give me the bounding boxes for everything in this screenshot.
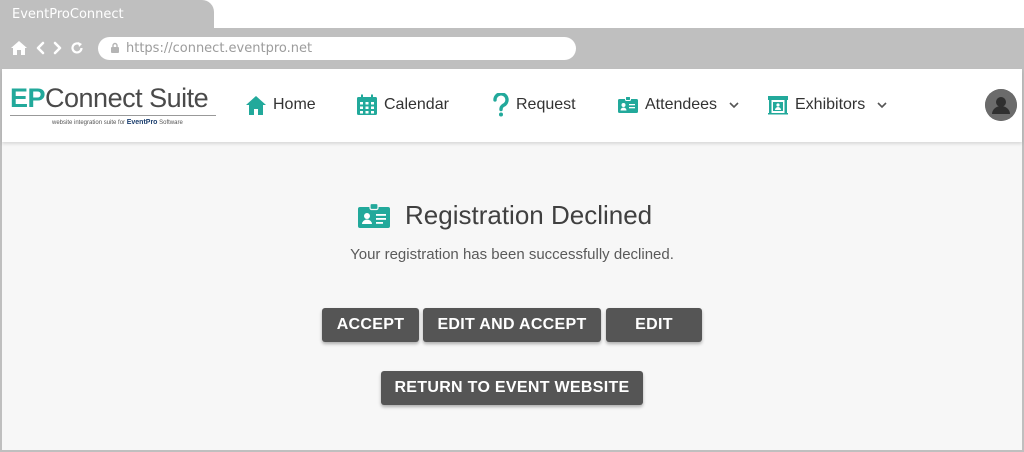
app-header: EPConnect Suite website integration suit… bbox=[2, 69, 1022, 142]
edit-and-accept-button[interactable]: EDIT AND ACCEPT bbox=[423, 308, 601, 342]
calendar-icon bbox=[357, 94, 377, 115]
return-to-event-website-button[interactable]: RETURN TO EVENT WEBSITE bbox=[381, 371, 643, 405]
nav-home-label: Home bbox=[273, 96, 316, 113]
id-badge-icon bbox=[618, 96, 638, 113]
nav-calendar[interactable]: Calendar bbox=[356, 93, 449, 117]
chevron-down-icon bbox=[729, 101, 739, 108]
logo-tagline: website integration suite for EventPro S… bbox=[52, 119, 183, 126]
tab-strip: EventProConnect bbox=[0, 0, 1024, 30]
tab-title: EventProConnect bbox=[12, 7, 124, 22]
url-text: https://connect.eventpro.net bbox=[126, 41, 313, 56]
browser-nav-buttons bbox=[10, 40, 84, 56]
id-badge-icon bbox=[358, 202, 390, 228]
chevron-down-icon bbox=[877, 101, 887, 108]
reload-icon[interactable] bbox=[70, 41, 84, 55]
nav-calendar-label: Calendar bbox=[384, 96, 449, 113]
home-icon bbox=[246, 95, 266, 115]
back-icon[interactable] bbox=[34, 41, 46, 55]
user-icon bbox=[985, 89, 1017, 121]
page-title: Registration Declined bbox=[405, 200, 653, 230]
main-content: Registration Declined Your registration … bbox=[2, 142, 1022, 450]
lock-icon bbox=[111, 42, 119, 53]
logo-rule bbox=[10, 115, 216, 116]
nav-attendees-label: Attendees bbox=[645, 96, 718, 113]
status-message: Your registration has been successfully … bbox=[350, 246, 674, 263]
nav-exhibitors-label: Exhibitors bbox=[795, 96, 866, 113]
logo-wordmark: EPConnect Suite bbox=[10, 83, 209, 113]
nav-exhibitors[interactable]: Exhibitors bbox=[767, 93, 887, 117]
browser-chrome: EventProConnect https://connect.eventpro… bbox=[0, 0, 1024, 69]
forward-icon[interactable] bbox=[52, 41, 64, 55]
nav-attendees[interactable]: Attendees bbox=[617, 93, 739, 117]
booth-icon bbox=[768, 96, 788, 115]
browser-tab[interactable]: EventProConnect bbox=[0, 0, 214, 30]
home-browser-icon[interactable] bbox=[10, 40, 28, 56]
question-icon bbox=[493, 93, 509, 117]
nav-request[interactable]: Request bbox=[492, 93, 576, 117]
nav-home[interactable]: Home bbox=[245, 93, 316, 117]
user-avatar[interactable] bbox=[985, 89, 1017, 121]
nav-request-label: Request bbox=[516, 96, 576, 113]
address-bar[interactable]: https://connect.eventpro.net bbox=[98, 37, 576, 60]
accept-button[interactable]: ACCEPT bbox=[322, 308, 419, 342]
edit-button[interactable]: EDIT bbox=[606, 308, 702, 342]
browser-toolbar: https://connect.eventpro.net bbox=[0, 28, 1024, 69]
page-heading: Registration Declined bbox=[357, 200, 652, 231]
epconnect-suite-logo[interactable]: EPConnect Suite website integration suit… bbox=[10, 83, 220, 133]
